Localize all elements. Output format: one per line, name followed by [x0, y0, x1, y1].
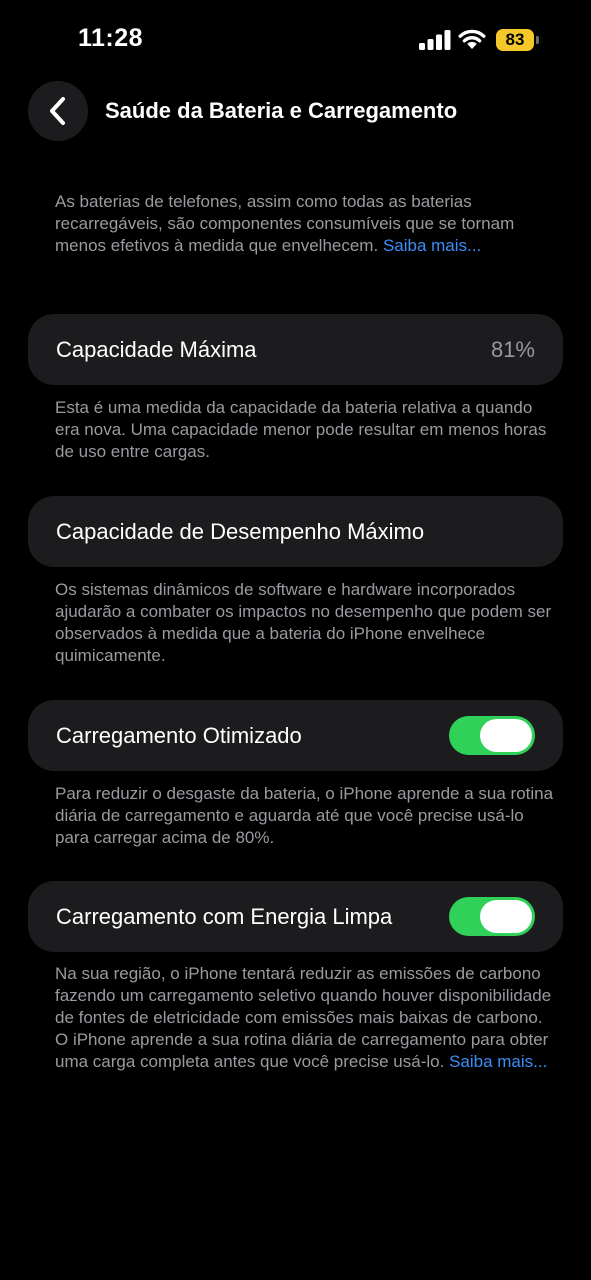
clean-energy-label: Carregamento com Energia Limpa	[56, 904, 393, 929]
toggle-knob	[480, 719, 532, 752]
back-button[interactable]	[28, 81, 88, 141]
page-title: Saúde da Bateria e Carregamento	[105, 98, 458, 123]
intro-text: As baterias de telefones, assim como tod…	[55, 191, 555, 257]
optimized-charging-label: Carregamento Otimizado	[56, 723, 302, 748]
peak-performance-label: Capacidade de Desempenho Máximo	[56, 519, 425, 544]
cellular-signal-icon	[419, 30, 451, 50]
optimized-charging-toggle[interactable]	[449, 716, 535, 755]
max-capacity-label: Capacidade Máxima	[56, 337, 257, 362]
max-capacity-row: Capacidade Máxima 81%	[28, 314, 563, 385]
clean-energy-description-block: Na sua região, o iPhone tentará reduzir …	[55, 963, 555, 1073]
peak-performance-description: Os sistemas dinâmicos de software e hard…	[55, 580, 552, 665]
optimized-charging-row: Carregamento Otimizado	[28, 700, 563, 771]
battery-indicator: 83	[496, 29, 540, 51]
clean-energy-toggle[interactable]	[449, 897, 535, 936]
clean-energy-row: Carregamento com Energia Limpa	[28, 881, 563, 952]
chevron-left-icon	[50, 97, 65, 125]
toggle-knob	[480, 900, 532, 933]
wifi-icon	[458, 29, 486, 49]
status-bar: 11:28 83	[0, 0, 591, 80]
learn-more-link[interactable]: Saiba mais...	[383, 236, 481, 255]
clean-energy-learn-more-link[interactable]: Saiba mais...	[449, 1052, 547, 1071]
peak-performance-row: Capacidade de Desempenho Máximo	[28, 496, 563, 567]
max-capacity-description: Esta é uma medida da capacidade da bater…	[55, 398, 547, 461]
max-capacity-value: 81%	[490, 337, 535, 362]
battery-tip	[536, 36, 539, 44]
optimized-charging-description: Para reduzir o desgaste da bateria, o iP…	[55, 784, 554, 847]
battery-level: 83	[496, 29, 534, 51]
status-time: 11:28	[78, 24, 144, 52]
